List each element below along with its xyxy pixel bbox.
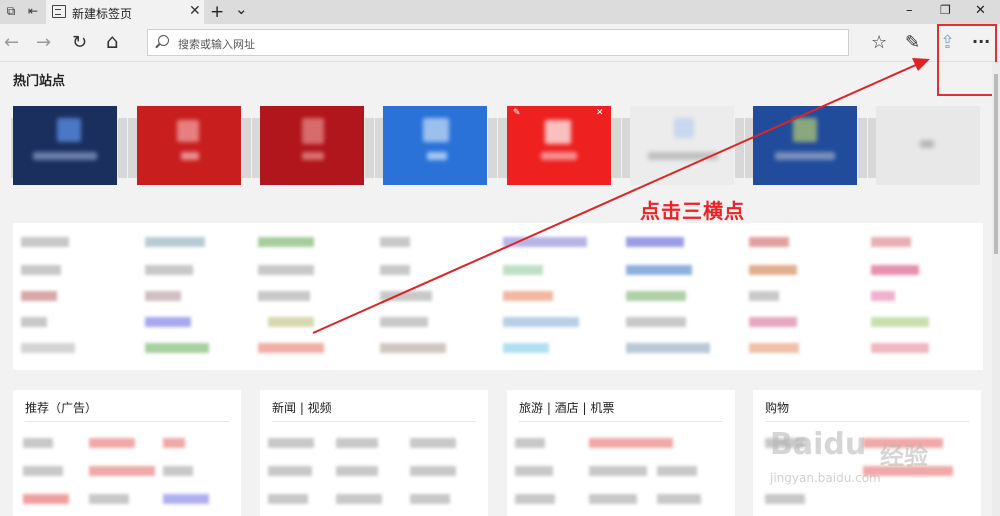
watermark-url: jingyan.baidu.com	[770, 471, 881, 485]
annotation-label: 点击三横点	[640, 199, 745, 223]
watermark-cn: 经验	[880, 442, 928, 470]
baidu-watermark: Baidu 经验 jingyan.baidu.com	[770, 405, 950, 505]
card-recommended: 推荐（广告）	[13, 390, 241, 516]
card-title: 旅游 | 酒店 | 机票	[519, 401, 615, 415]
card-news-video: 新闻 | 视频	[260, 390, 488, 516]
card-travel: 旅游 | 酒店 | 机票	[507, 390, 735, 516]
scrollbar-thumb[interactable]	[994, 74, 998, 254]
card-title: 新闻 | 视频	[272, 401, 332, 415]
watermark-brand: Baidu	[770, 427, 867, 462]
card-title: 推荐（广告）	[25, 401, 98, 415]
scrollbar[interactable]	[992, 62, 1000, 516]
